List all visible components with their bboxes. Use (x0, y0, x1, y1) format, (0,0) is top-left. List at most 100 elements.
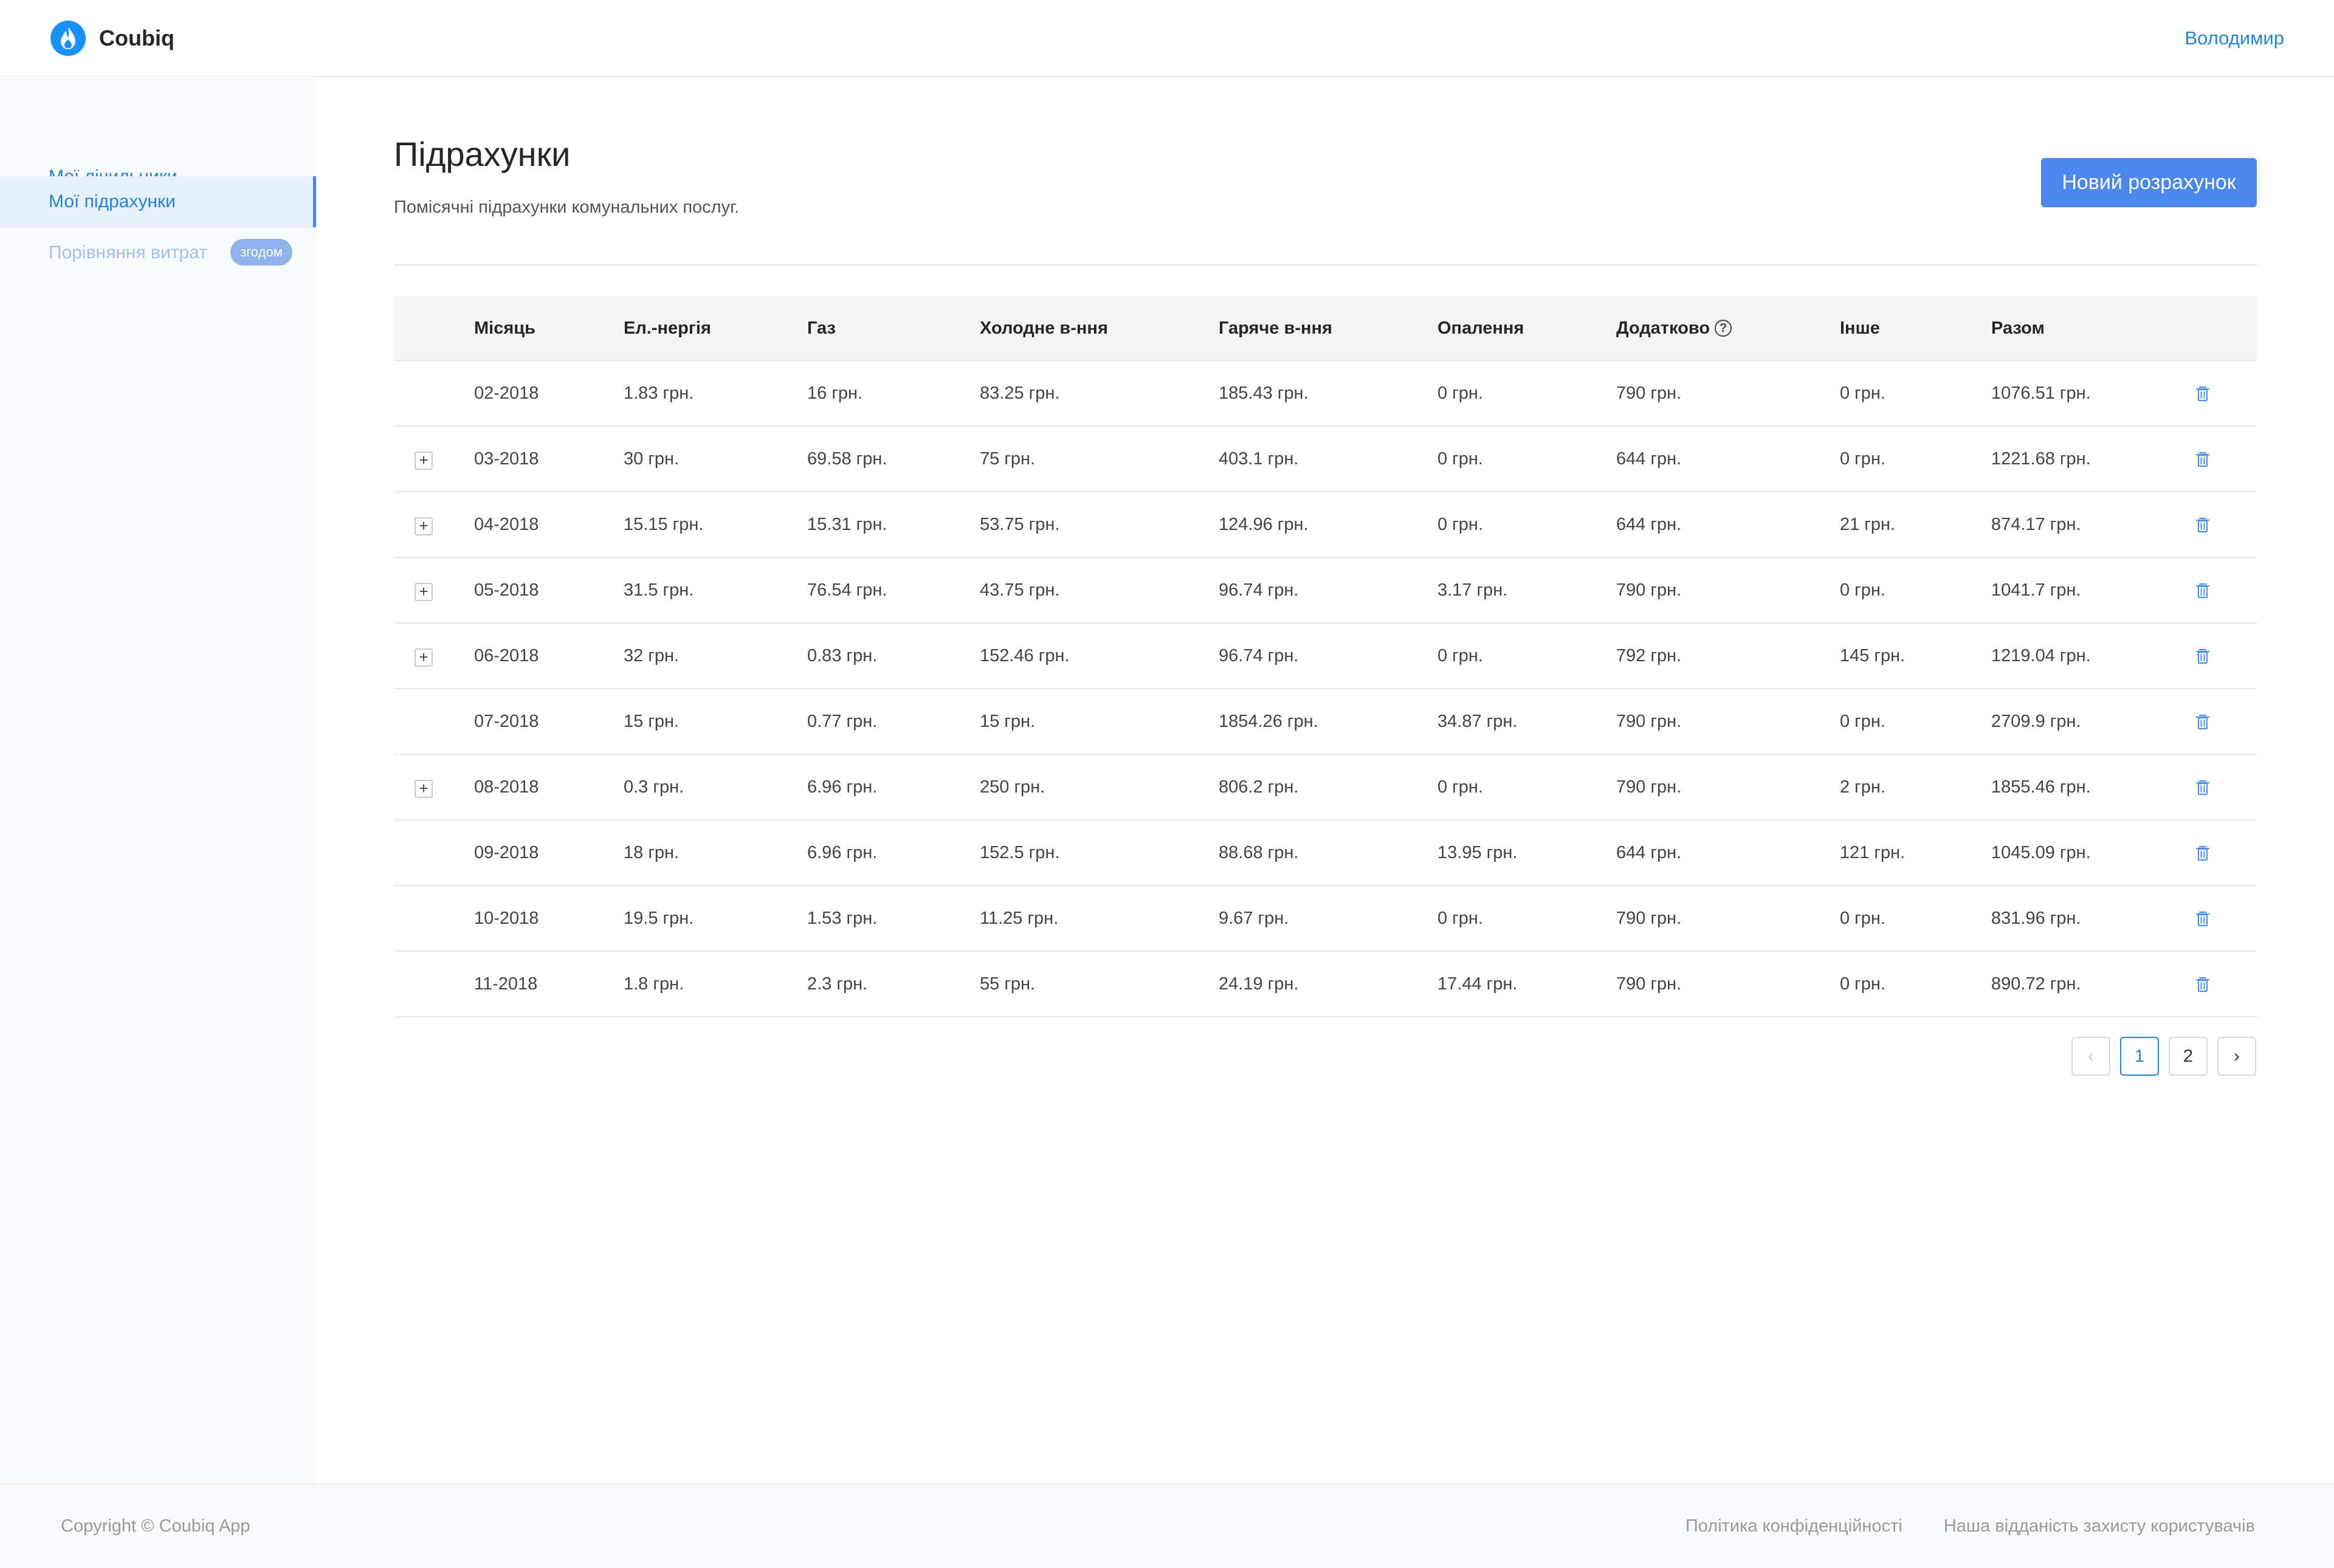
cell-cold-water: 15 грн. (980, 711, 1036, 731)
coming-soon-badge: згодом (230, 239, 292, 266)
delete-trash-icon[interactable] (2193, 384, 2212, 404)
cell-hot-water: 806.2 грн. (1219, 777, 1299, 797)
cell-cold-water: 43.75 грн. (980, 580, 1060, 600)
cell-month: 10-2018 (474, 908, 539, 928)
privacy-policy-link[interactable]: Політика конфіденційності (1685, 1516, 1902, 1536)
prev-page-button[interactable]: ‹ (2071, 1037, 2110, 1076)
cell-total: 1221.68 грн. (1991, 449, 2091, 469)
cell-cold-water: 75 грн. (980, 449, 1036, 469)
column-header-other[interactable]: Інше (1840, 297, 1880, 360)
column-header-gas[interactable]: Газ (807, 297, 836, 360)
cell-hot-water: 96.74 грн. (1219, 645, 1299, 665)
table-row: 10-2018 19.5 грн. 1.53 грн. 11.25 грн. 9.67 … (394, 886, 2257, 952)
cell-gas: 1.53 грн. (807, 908, 878, 928)
main-content: Підрахунки Помісячні підрахунки комуналь… (316, 78, 2334, 1484)
cell-hot-water: 9.67 грн. (1219, 908, 1289, 928)
expand-row-plus-icon[interactable]: + (415, 517, 433, 535)
header-divider (394, 264, 2257, 266)
page-2-button[interactable]: 2 (2169, 1037, 2208, 1076)
cell-total: 1041.7 грн. (1991, 580, 2081, 600)
user-menu-link[interactable]: Володимир (2184, 26, 2284, 51)
cell-total: 874.17 грн. (1991, 514, 2081, 534)
cell-heating: 13.95 грн. (1437, 842, 1518, 862)
cell-electricity: 18 грн. (624, 842, 680, 862)
cell-electricity: 19.5 грн. (624, 908, 694, 928)
cell-month: 08-2018 (474, 777, 539, 797)
column-header-month[interactable]: Місяць (474, 297, 535, 360)
sidebar-item-label: Порівняння витрат (49, 242, 207, 263)
cell-gas: 6.96 грн. (807, 842, 878, 862)
cell-electricity: 31.5 грн. (624, 580, 694, 600)
cell-gas: 69.58 грн. (807, 449, 887, 469)
cell-extra: 644 грн. (1616, 449, 1682, 469)
cell-hot-water: 88.68 грн. (1219, 842, 1299, 862)
column-header-total[interactable]: Разом (1991, 297, 2045, 360)
cell-extra: 644 грн. (1616, 514, 1682, 534)
table-row: +03-2018 30 грн. 69.58 грн. 75 грн. 403.1 гр… (394, 427, 2257, 492)
sidebar-item-calculations[interactable]: Мої підрахунки (0, 176, 316, 227)
column-header-extra[interactable]: Додатково ? (1616, 297, 1732, 360)
cell-extra: 790 грн. (1616, 908, 1682, 928)
user-protection-link[interactable]: Наша відданість захисту користувачів (1944, 1516, 2255, 1536)
delete-trash-icon[interactable] (2193, 712, 2212, 732)
table-row: 07-2018 15 грн. 0.77 грн. 15 грн. 1854.26 гр… (394, 689, 2257, 755)
question-circle-icon[interactable]: ? (1715, 320, 1732, 337)
flame-logo-icon[interactable] (50, 21, 86, 56)
cell-heating: 34.87 грн. (1437, 711, 1518, 731)
expand-row-plus-icon[interactable]: + (415, 452, 433, 470)
page-1-button[interactable]: 1 (2120, 1037, 2159, 1076)
expand-row-plus-icon[interactable]: + (415, 780, 433, 798)
cell-extra: 792 грн. (1616, 645, 1682, 665)
delete-trash-icon[interactable] (2193, 450, 2212, 469)
cell-heating: 0 грн. (1437, 908, 1483, 928)
delete-trash-icon[interactable] (2193, 778, 2212, 797)
cell-electricity: 0.3 грн. (624, 777, 684, 797)
cell-electricity: 15.15 грн. (624, 514, 704, 534)
delete-trash-icon[interactable] (2193, 844, 2212, 863)
sidebar: Мої лічильники Мої підрахунки Порівняння… (0, 78, 316, 1484)
cell-gas: 0.83 грн. (807, 645, 878, 665)
cell-cold-water: 152.46 грн. (980, 645, 1070, 665)
delete-trash-icon[interactable] (2193, 515, 2212, 535)
next-page-button[interactable]: › (2217, 1037, 2256, 1076)
table-body: 02-2018 1.83 грн. 16 грн. 83.25 грн. 185.43 … (394, 361, 2257, 1017)
column-header-cold-water[interactable]: Холодне в-ння (980, 297, 1108, 360)
cell-hot-water: 96.74 грн. (1219, 580, 1299, 600)
cell-heating: 0 грн. (1437, 383, 1483, 403)
delete-trash-icon[interactable] (2193, 909, 2212, 929)
cell-gas: 6.96 грн. (807, 777, 878, 797)
expand-row-plus-icon[interactable]: + (415, 583, 433, 601)
cell-heating: 0 грн. (1437, 777, 1483, 797)
new-calculation-button[interactable]: Новий розрахунок (2041, 158, 2257, 207)
cell-other: 0 грн. (1840, 908, 1885, 928)
cell-gas: 76.54 грн. (807, 580, 887, 600)
expand-row-plus-icon[interactable]: + (415, 648, 433, 667)
cell-gas: 0.77 грн. (807, 711, 878, 731)
column-header-hot-water[interactable]: Гаряче в-ння (1219, 297, 1332, 360)
delete-trash-icon[interactable] (2193, 581, 2212, 600)
cell-month: 11-2018 (474, 974, 538, 994)
calculations-table: Місяць Ел.-нергія Газ Холодне в-ння Гаря… (394, 297, 2257, 1017)
cell-other: 0 грн. (1840, 974, 1885, 994)
table-row: 11-2018 1.8 грн. 2.3 грн. 55 грн. 24.19 грн.… (394, 952, 2257, 1017)
cell-gas: 16 грн. (807, 383, 863, 403)
cell-month: 09-2018 (474, 842, 539, 862)
column-header-heating[interactable]: Опалення (1437, 297, 1524, 360)
cell-month: 03-2018 (474, 449, 539, 469)
cell-electricity: 1.8 грн. (624, 974, 684, 994)
delete-trash-icon[interactable] (2193, 975, 2212, 994)
cell-extra: 790 грн. (1616, 383, 1682, 403)
table-row: +05-2018 31.5 грн. 76.54 грн. 43.75 грн. 96.… (394, 558, 2257, 624)
table-row: 02-2018 1.83 грн. 16 грн. 83.25 грн. 185.43 … (394, 361, 2257, 427)
cell-extra: 790 грн. (1616, 777, 1682, 797)
cell-other: 0 грн. (1840, 580, 1885, 600)
cell-heating: 0 грн. (1437, 449, 1483, 469)
cell-electricity: 15 грн. (624, 711, 680, 731)
cell-extra: 790 грн. (1616, 711, 1682, 731)
delete-trash-icon[interactable] (2193, 647, 2212, 666)
column-header-electricity[interactable]: Ел.-нергія (624, 297, 711, 360)
footer: Copyright © Coubiq App Політика конфіден… (0, 1484, 2334, 1568)
cell-total: 2709.9 грн. (1991, 711, 2081, 731)
app-name[interactable]: Coubiq (99, 24, 174, 52)
cell-extra: 790 грн. (1616, 580, 1682, 600)
